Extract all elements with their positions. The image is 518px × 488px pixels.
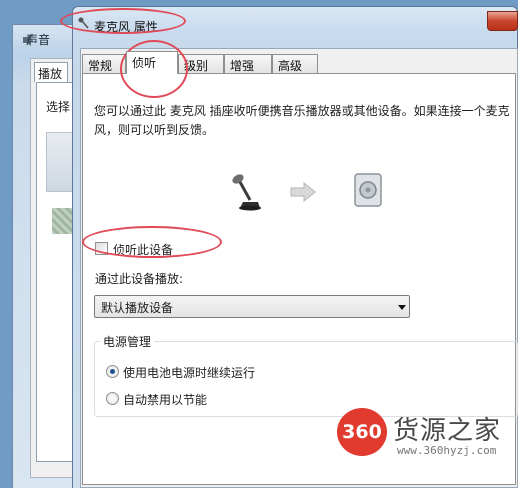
watermark-url: www.360hyzj.com: [397, 444, 497, 457]
background-select-label: 选择: [46, 100, 71, 114]
playback-device-value[interactable]: 默认播放设备: [101, 299, 173, 316]
microphone-icon: [232, 174, 261, 211]
background-window-title: 声音: [26, 33, 51, 47]
annotation-ellipse-checkbox: [82, 226, 222, 258]
speaker-icon: [354, 173, 382, 207]
continue-on-battery-label[interactable]: 使用电池电源时继续运行: [123, 364, 255, 381]
auto-disable-label[interactable]: 自动禁用以节能: [123, 391, 207, 408]
tab-advanced[interactable]: 高级: [272, 54, 318, 73]
chevron-down-icon[interactable]: [398, 305, 406, 310]
power-management-label: 电源管理: [100, 333, 155, 350]
radio-selected-dot: [110, 369, 115, 374]
playback-through-label: 通过此设备播放:: [95, 272, 184, 286]
listen-description: 您可以通过此 麦克风 插座收听便携音乐播放器或其他设备。如果连接一个麦克风，则可…: [94, 104, 510, 137]
tab-listen[interactable]: 侦听: [126, 51, 178, 74]
radio-auto-disable[interactable]: [106, 392, 119, 405]
watermark-logo: 360: [337, 408, 387, 456]
watermark-text: 货源之家: [393, 416, 502, 446]
annotation-ellipse-title: [60, 8, 186, 34]
background-tab-playback[interactable]: 播放: [34, 62, 68, 82]
tab-enhancements[interactable]: 增强: [224, 54, 272, 73]
close-button[interactable]: [487, 11, 518, 31]
arrow-right-icon: [290, 182, 316, 202]
